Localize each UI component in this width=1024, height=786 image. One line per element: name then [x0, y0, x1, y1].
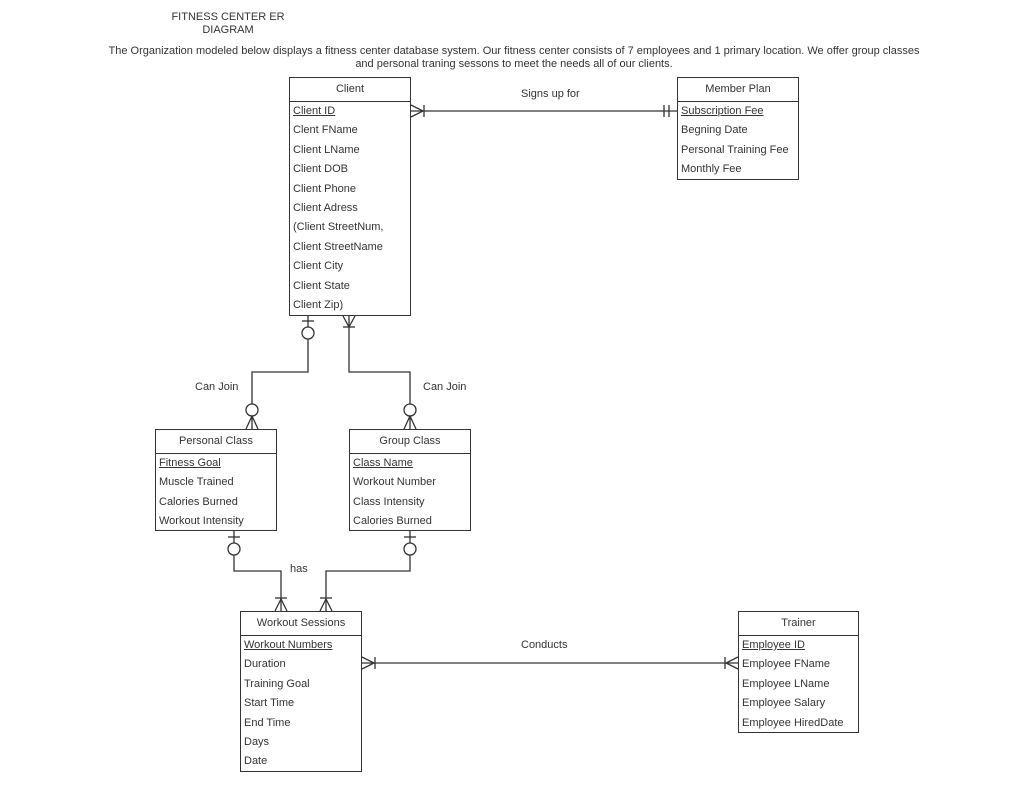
primary-key-attribute: Fitness Goal	[159, 457, 221, 469]
link-has-personal[interactable]	[227, 531, 288, 612]
entity-attribute: Client LName	[293, 143, 360, 156]
entity-attribute: Client Zip)	[293, 298, 344, 311]
entity-attribute: Personal Training Fee	[681, 143, 789, 156]
entity-attribute: Client Phone	[293, 182, 356, 195]
entity-attribute: Employee HiredDate	[742, 716, 844, 729]
entity-attribute: End Time	[244, 716, 291, 729]
link-can-join-group[interactable]	[342, 315, 417, 430]
entity-attribute: Calories Burned	[353, 515, 432, 528]
link-conducts[interactable]	[361, 656, 739, 670]
entity-attribute: Employee FName	[742, 658, 831, 671]
zero-circle-icon	[227, 542, 241, 556]
entity-header: Trainer	[739, 612, 858, 636]
crows-foot-many-icon	[403, 414, 417, 430]
entity-attribute: Workout Number	[353, 476, 436, 489]
primary-key-attribute: Subscription Fee	[681, 105, 764, 117]
entity-header: Workout Sessions	[241, 612, 361, 636]
zero-circle-icon	[403, 403, 417, 417]
entity-attribute: Start Time	[244, 697, 295, 710]
relationship-label-has: has	[290, 563, 308, 575]
entity-attribute: Date	[244, 755, 268, 768]
primary-key-attribute: Class Name	[353, 457, 413, 469]
relationship-label-can-join-group: Can Join	[423, 381, 467, 393]
entity-attribute: Clent FName	[293, 124, 358, 137]
entity-attribute: Begning Date	[681, 124, 748, 137]
entity-header: Personal Class	[156, 430, 276, 454]
entity-attribute: Workout Intensity	[159, 515, 244, 528]
entity-client[interactable]: Client Client ID Clent FName Client LName C…	[289, 77, 411, 316]
entity-group-class[interactable]: Group Class Class Name Workout Number Clas…	[349, 429, 471, 531]
primary-key-attribute: Employee ID	[742, 639, 805, 651]
entity-attribute: Duration	[244, 658, 286, 671]
zero-circle-icon	[403, 542, 417, 556]
entity-attribute: Calories Burned	[159, 495, 238, 508]
entity-attribute: Class Intensity	[353, 495, 425, 508]
entity-header: Member Plan	[678, 78, 798, 102]
link-can-join-personal[interactable]	[245, 316, 315, 430]
entity-attribute: Client StreetName	[293, 240, 383, 253]
entity-personal-class[interactable]: Personal Class Fitness Goal Muscle Traine…	[155, 429, 277, 531]
entity-attribute: Days	[244, 735, 270, 748]
relationship-label-can-join-personal: Can Join	[195, 381, 239, 393]
entity-attribute: Training Goal	[244, 677, 310, 690]
entity-attribute: Muscle Trained	[159, 476, 234, 489]
entity-attribute: Client DOB	[293, 163, 349, 176]
entity-header: Client	[290, 78, 410, 102]
crows-foot-many-icon	[245, 414, 259, 430]
primary-key-attribute: Client ID	[293, 105, 336, 117]
entity-attribute: Employee Salary	[742, 697, 826, 710]
relationship-label-conducts: Conducts	[521, 639, 568, 651]
entity-member-plan[interactable]: Member Plan Subscription Fee Begning Date…	[677, 77, 799, 180]
entity-attribute: Employee LName	[742, 677, 830, 690]
entity-workout-sessions[interactable]: Workout Sessions Workout Numbers Duration…	[240, 611, 362, 772]
entity-attribute: (Client StreetNum,	[293, 221, 384, 234]
relationship-lines	[227, 104, 739, 670]
entity-trainer[interactable]: Trainer Employee ID Employee FName Employe…	[738, 611, 859, 733]
link-signs-up-for[interactable]	[410, 104, 677, 118]
primary-key-attribute: Workout Numbers	[244, 639, 333, 651]
entity-attribute: Monthly Fee	[681, 163, 742, 176]
zero-circle-icon	[301, 326, 315, 340]
entity-attribute: Client State	[293, 279, 350, 292]
zero-circle-icon	[245, 403, 259, 417]
entity-attribute: Client City	[293, 260, 344, 273]
entity-attribute: Client Adress	[293, 201, 358, 214]
relationship-label-signs-up-for: Signs up for	[521, 88, 580, 100]
link-has-group[interactable]	[319, 531, 417, 612]
entity-header: Group Class	[350, 430, 470, 454]
